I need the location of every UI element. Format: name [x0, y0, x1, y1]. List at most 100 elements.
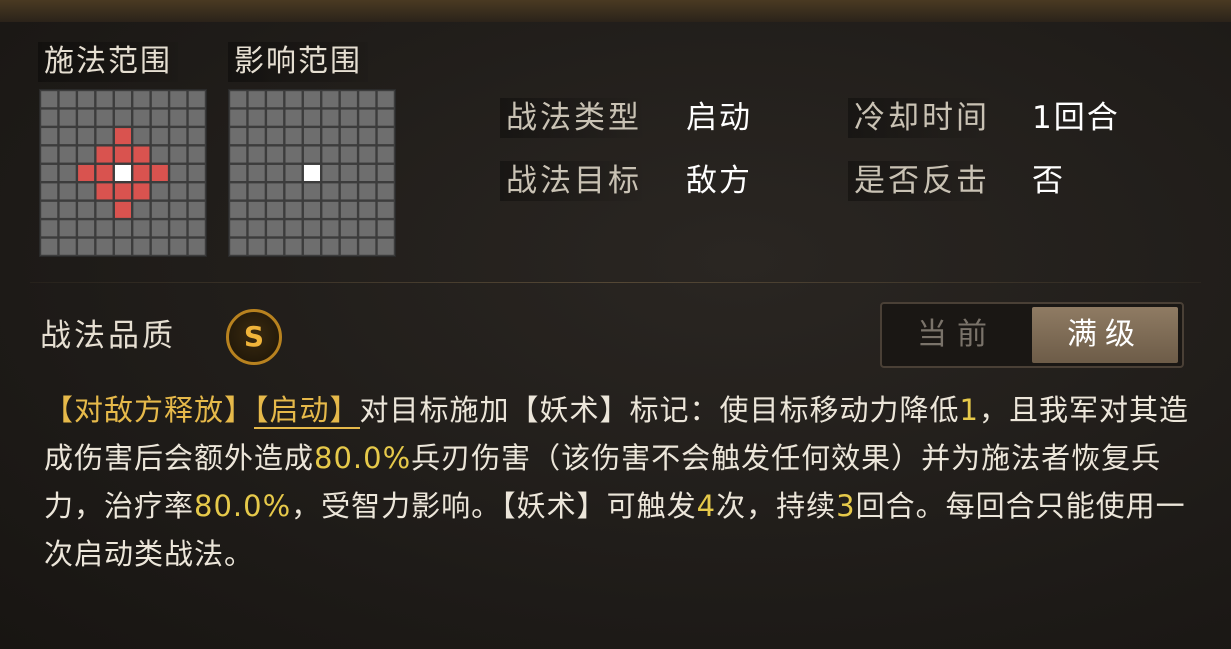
effect-grid-cell-empty	[267, 183, 284, 200]
effect-grid-cell-empty	[248, 128, 265, 145]
effect-grid-cell-empty	[230, 201, 247, 218]
cast-grid-cell-empty	[78, 109, 95, 126]
effect-grid-cell-empty	[285, 183, 302, 200]
cast-grid-cell-range	[96, 183, 113, 200]
cast-grid-cell-empty	[114, 238, 131, 255]
effect-grid-cell-empty	[248, 220, 265, 237]
desc-tag-trigger[interactable]: 【启动】	[254, 393, 360, 429]
effect-grid-cell-empty	[267, 146, 284, 163]
effect-grid-cell-empty	[230, 164, 247, 181]
cast-grid-cell-empty	[96, 201, 113, 218]
cast-grid-cell-empty	[188, 238, 205, 255]
cast-grid-cell-empty	[78, 146, 95, 163]
effect-grid-cell-empty	[303, 183, 320, 200]
effect-grid-cell-empty	[248, 91, 265, 108]
effect-grid-cell-empty	[377, 238, 394, 255]
effect-grid-cell-empty	[303, 238, 320, 255]
effect-grid-cell-empty	[230, 91, 247, 108]
cast-grid-cell-empty	[170, 164, 187, 181]
section-divider	[30, 282, 1201, 283]
cast-grid-cell-range	[96, 146, 113, 163]
cast-grid-cell-empty	[188, 109, 205, 126]
effect-grid-cell-empty	[322, 128, 339, 145]
cast-grid-cell-empty	[59, 91, 76, 108]
effect-grid-cell-empty	[377, 109, 394, 126]
cast-grid-cell-empty	[41, 109, 58, 126]
cast-grid-cell-empty	[133, 201, 150, 218]
effect-grid-cell-empty	[359, 183, 376, 200]
effect-grid-cell-empty	[248, 183, 265, 200]
effect-grid-cell-empty	[322, 220, 339, 237]
cast-grid-cell-empty	[133, 238, 150, 255]
cast-grid-cell-empty	[59, 220, 76, 237]
skill-type-value: 启动	[686, 100, 752, 136]
effect-grid-cell-empty	[359, 201, 376, 218]
effect-grid-cell-empty	[248, 146, 265, 163]
effect-grid-cell-empty	[230, 128, 247, 145]
cast-grid-cell-empty	[59, 238, 76, 255]
effect-grid-cell-empty	[340, 183, 357, 200]
effect-range-title: 影响范围	[228, 42, 368, 82]
desc-num-trigger-count: 4	[696, 489, 717, 523]
skill-target-label: 战法目标	[500, 161, 648, 201]
cast-grid-cell-empty	[78, 201, 95, 218]
cast-grid-cell-empty	[41, 201, 58, 218]
effect-grid-cell-empty	[285, 91, 302, 108]
cast-grid-cell-empty	[41, 128, 58, 145]
cast-grid-cell-empty	[96, 128, 113, 145]
cast-grid-cell-empty	[133, 128, 150, 145]
effect-grid-cell-empty	[377, 220, 394, 237]
effect-grid-cell-empty	[303, 109, 320, 126]
skill-quality-label: 战法品质	[40, 318, 176, 354]
effect-grid-cell-empty	[285, 220, 302, 237]
effect-grid-cell-empty	[322, 146, 339, 163]
cast-grid-cell-empty	[114, 109, 131, 126]
effect-grid-cell-empty	[377, 201, 394, 218]
effect-grid-cell-empty	[248, 238, 265, 255]
desc-text-1: 对目标施加【妖术】标记：使目标移动力降低	[359, 393, 960, 427]
effect-grid-cell-empty	[267, 109, 284, 126]
effect-grid-cell-empty	[322, 201, 339, 218]
cast-grid-cell-empty	[41, 164, 58, 181]
cast-grid-cell-empty	[151, 91, 168, 108]
effect-grid-cell-empty	[267, 201, 284, 218]
cast-grid-cell-empty	[114, 220, 131, 237]
cast-grid-cell-center	[114, 164, 131, 181]
desc-num-damage-rate: 80.0%	[314, 441, 412, 475]
effect-grid-cell-empty	[322, 238, 339, 255]
tab-max-level[interactable]: 满级	[1032, 307, 1178, 363]
effect-grid-cell-empty	[230, 183, 247, 200]
cooldown-label: 冷却时间	[848, 98, 996, 138]
effect-grid-cell-empty	[340, 238, 357, 255]
cast-range-grid-svg	[41, 91, 205, 255]
cast-grid-cell-range	[133, 164, 150, 181]
cast-grid-cell-empty	[41, 220, 58, 237]
effect-grid-cell-empty	[267, 128, 284, 145]
cast-grid-cell-empty	[188, 220, 205, 237]
effect-grid-cell-empty	[359, 164, 376, 181]
skill-detail-panel: 施法范围 影响范围 战法类型 启动 冷却时间 1回合 战法目标 敌方 是否反击 …	[0, 0, 1231, 649]
effect-grid-cell-empty	[322, 183, 339, 200]
level-toggle: 当前 满级	[880, 302, 1184, 368]
effect-range-grid-svg	[230, 91, 394, 255]
cast-grid-cell-empty	[133, 91, 150, 108]
desc-num-duration: 3	[836, 489, 856, 523]
cast-grid-cell-range	[133, 183, 150, 200]
skill-description: 【对敌方释放】【启动】对目标施加【妖术】标记：使目标移动力降低1，且我军对其造成…	[44, 386, 1204, 578]
effect-grid-cell-empty	[377, 146, 394, 163]
cast-grid-cell-empty	[78, 238, 95, 255]
cast-grid-cell-empty	[59, 201, 76, 218]
cast-grid-cell-range	[114, 146, 131, 163]
effect-grid-cell-empty	[230, 220, 247, 237]
effect-grid-cell-empty	[303, 146, 320, 163]
effect-grid-cell-empty	[230, 238, 247, 255]
skill-type-label: 战法类型	[500, 98, 648, 138]
effect-grid-cell-empty	[248, 109, 265, 126]
cast-grid-cell-range	[114, 183, 131, 200]
effect-grid-cell-empty	[267, 91, 284, 108]
cast-grid-cell-empty	[188, 146, 205, 163]
effect-grid-cell-empty	[322, 164, 339, 181]
tab-current-level[interactable]: 当前	[882, 304, 1032, 366]
cast-range-grid	[39, 89, 207, 257]
cast-grid-cell-empty	[170, 128, 187, 145]
